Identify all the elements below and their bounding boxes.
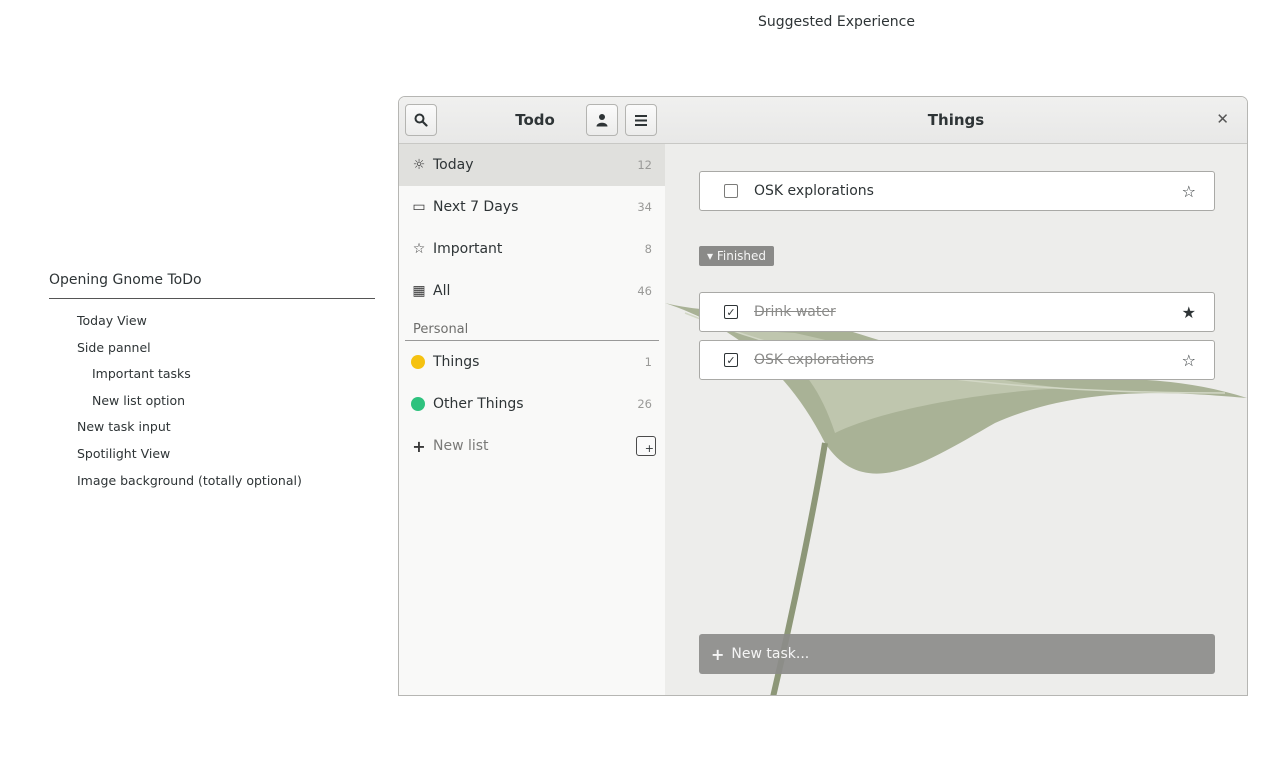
sidebar-item-label: Important — [433, 241, 503, 257]
close-icon: ✕ — [1216, 110, 1229, 128]
sidebar-item-count: 46 — [637, 284, 652, 298]
task-row-finished[interactable]: ✓ OSK explorations ☆ — [699, 340, 1215, 380]
close-button[interactable]: ✕ — [1216, 110, 1229, 128]
task-checkbox-checked[interactable]: ✓ — [724, 305, 738, 319]
outline-subitem: Important tasks — [92, 366, 191, 382]
outline-item: Spotilight View — [77, 445, 171, 461]
task-title: OSK explorations — [754, 352, 874, 368]
outline-subitem: New list option — [92, 392, 186, 408]
sidebar-item-all[interactable]: ▦ All 46 — [399, 270, 665, 312]
search-icon — [414, 113, 428, 127]
task-title: OSK explorations — [754, 183, 874, 199]
finished-toggle[interactable]: ▾ Finished — [699, 246, 775, 266]
task-row-finished[interactable]: ✓ Drink water ★ — [699, 292, 1215, 332]
section-label-personal: Personal — [405, 318, 659, 341]
plus-icon: + — [711, 644, 725, 664]
main-header: Things ✕ — [665, 97, 1247, 144]
outline-notes: Opening Gnome ToDo Today View Side panne… — [49, 272, 375, 494]
new-list-button[interactable]: + New list + — [399, 425, 665, 467]
sidebar-item-count: 8 — [644, 242, 652, 256]
outline-item: New task input — [77, 419, 171, 435]
outline-item: Side pannel — [77, 339, 151, 355]
sidebar-header: Todo — [399, 97, 665, 144]
star-outline-icon[interactable]: ☆ — [1182, 351, 1196, 370]
user-button[interactable] — [586, 104, 618, 136]
todo-window: Todo ☼ Today 12 ▭ Next 7 Days 34 ☆ Impor… — [398, 96, 1248, 696]
sidebar-title: Todo — [515, 111, 555, 129]
leaf-background-image — [665, 143, 1247, 695]
outline-list: Today View Side pannel Important tasks N… — [49, 308, 375, 494]
sidebar-item-count: 1 — [644, 355, 652, 369]
new-task-placeholder: New task... — [731, 646, 810, 662]
list-color-dot — [411, 397, 425, 411]
sidebar-item-count: 26 — [637, 397, 652, 411]
task-checkbox[interactable] — [724, 184, 738, 198]
task-list-pane: Things ✕ OSK explorations ☆ ▾ Finished ✓… — [665, 97, 1247, 695]
star-outline-icon[interactable]: ☆ — [1182, 182, 1196, 201]
menu-button[interactable] — [625, 104, 657, 136]
calendar-icon: ▭ — [412, 199, 426, 215]
task-row[interactable]: OSK explorations ☆ — [699, 171, 1215, 211]
grid-icon: ▦ — [412, 283, 426, 299]
task-checkbox-checked[interactable]: ✓ — [724, 353, 738, 367]
hamburger-menu-icon — [635, 114, 647, 126]
sidebar-item-count: 12 — [637, 158, 652, 172]
sun-icon: ☼ — [412, 157, 426, 173]
sidebar-item-important[interactable]: ☆ Important 8 — [399, 228, 665, 270]
star-filled-icon[interactable]: ★ — [1182, 303, 1196, 322]
page-caption: Suggested Experience — [758, 14, 915, 30]
sidebar: Todo ☼ Today 12 ▭ Next 7 Days 34 ☆ Impor… — [399, 97, 666, 695]
list-color-dot — [411, 355, 425, 369]
sidebar-item-label: Other Things — [433, 396, 524, 412]
list-title: Things — [927, 111, 985, 129]
new-task-input[interactable]: + New task... — [699, 634, 1215, 674]
triangle-down-icon: ▾ — [707, 249, 714, 263]
sidebar-list-other-things[interactable]: Other Things 26 — [399, 383, 665, 425]
sidebar-item-today[interactable]: ☼ Today 12 — [399, 144, 665, 186]
new-list-window-icon[interactable]: + — [636, 436, 656, 456]
outline-item: Today View — [77, 313, 147, 328]
sidebar-list-things[interactable]: Things 1 — [399, 341, 665, 383]
sidebar-item-next-7-days[interactable]: ▭ Next 7 Days 34 — [399, 186, 665, 228]
sidebar-item-count: 34 — [637, 200, 652, 214]
search-button[interactable] — [405, 104, 437, 136]
outline-title: Opening Gnome ToDo — [49, 272, 375, 299]
user-icon — [596, 114, 608, 127]
sidebar-item-label: Today — [433, 157, 474, 173]
sidebar-item-label: All — [433, 283, 451, 299]
star-outline-icon: ☆ — [412, 241, 426, 257]
new-list-label: New list — [433, 438, 489, 454]
outline-item: Image background (totally optional) — [77, 472, 302, 488]
task-title: Drink water — [754, 304, 836, 320]
plus-icon: + — [412, 436, 426, 456]
finished-label: Finished — [716, 249, 767, 263]
sidebar-item-label: Things — [433, 354, 480, 370]
sidebar-item-label: Next 7 Days — [433, 199, 519, 215]
